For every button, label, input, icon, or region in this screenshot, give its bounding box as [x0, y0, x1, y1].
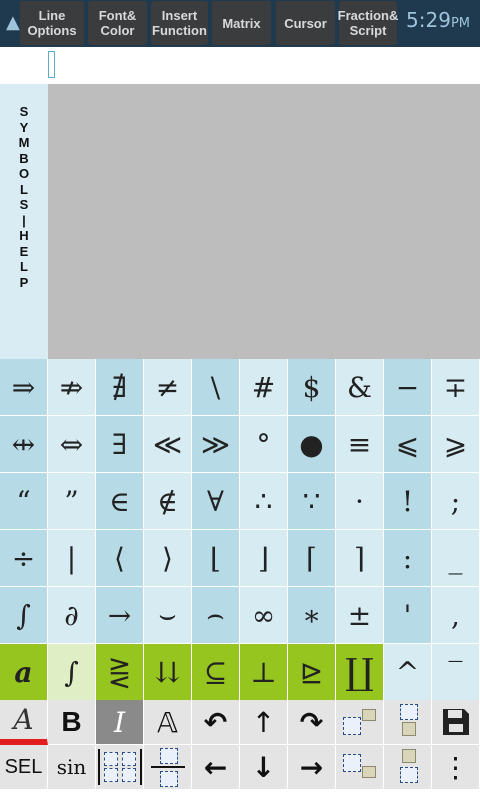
symbol-key-r3-c7[interactable]: ⌉ [336, 530, 384, 587]
symbol-key-r2-c4[interactable]: ∀ [192, 473, 240, 530]
symbol-key-r5-c5[interactable]: ⊥ [240, 644, 288, 701]
superscript-box-button[interactable] [336, 700, 384, 745]
symbol-key-r2-c9[interactable]: ; [432, 473, 480, 530]
save-icon[interactable] [432, 700, 480, 745]
symbol-key-r3-c1[interactable]: | [48, 530, 96, 587]
up-arrow-icon[interactable]: ↑ [240, 700, 288, 745]
font-color-button[interactable]: Font& Color [88, 1, 147, 45]
symbol-key-r1-c7[interactable]: ≡ [336, 416, 384, 473]
symbol-key-r1-c0[interactable]: ⇹ [0, 416, 48, 473]
symbol-key-r5-c9[interactable]: ‾ [432, 644, 480, 701]
symbol-key-r0-c1[interactable]: ⇏ [48, 359, 96, 416]
more-options-icon[interactable]: ⋮ [432, 745, 480, 790]
symbol-key-r1-c8[interactable]: ⩽ [384, 416, 432, 473]
symbol-key-r1-c1[interactable]: ⇔ [48, 416, 96, 473]
symbol-key-r5-c0[interactable]: 𝒂 [0, 644, 48, 701]
symbol-key-r4-c9[interactable]: , [432, 587, 480, 644]
symbol-key-r1-c3[interactable]: ≪ [144, 416, 192, 473]
symbol-key-r0-c9[interactable]: ∓ [432, 359, 480, 416]
cursor-button[interactable]: Cursor [276, 1, 335, 45]
sin-function-button[interactable]: sin [48, 745, 96, 790]
font-style-button[interactable]: 𝔸 [144, 700, 192, 745]
symbol-key-r0-c0[interactable]: ⇒ [0, 359, 48, 416]
symbol-key-r1-c4[interactable]: ≫ [192, 416, 240, 473]
down-arrow-icon[interactable]: ↓ [240, 745, 288, 790]
matrix-button[interactable]: Matrix [212, 1, 271, 45]
symbol-key-r2-c6[interactable]: ∵ [288, 473, 336, 530]
bold-button[interactable]: B [48, 700, 96, 745]
symbol-key-r1-c6[interactable]: ● [288, 416, 336, 473]
symbol-key-r3-c6[interactable]: ⌈ [288, 530, 336, 587]
fraction-box-button[interactable] [144, 745, 192, 790]
symbol-key-r5-c6[interactable]: ⊵ [288, 644, 336, 701]
clock-ampm: PM [450, 16, 470, 31]
symbol-key-r4-c3[interactable]: ⌣ [144, 587, 192, 644]
symbols-help-label: S Y M B O L S | H E L P [18, 104, 30, 290]
subscript-box-button[interactable] [336, 745, 384, 790]
symbol-key-r4-c2[interactable]: → [96, 587, 144, 644]
line-options-button[interactable]: Line Options [20, 1, 84, 45]
clock-time: 5:29 [406, 8, 451, 32]
symbol-key-r2-c2[interactable]: ∈ [96, 473, 144, 530]
symbol-key-r3-c8[interactable]: : [384, 530, 432, 587]
symbol-key-r4-c7[interactable]: ± [336, 587, 384, 644]
matrix-box-button[interactable] [96, 745, 144, 790]
symbol-key-r2-c3[interactable]: ∉ [144, 473, 192, 530]
symbol-key-r4-c0[interactable]: ∫ [0, 587, 48, 644]
equation-input-line[interactable] [0, 47, 480, 84]
text-cursor [48, 51, 55, 78]
symbol-key-r0-c5[interactable]: # [240, 359, 288, 416]
symbol-key-r4-c1[interactable]: ∂ [48, 587, 96, 644]
symbol-key-r5-c2[interactable]: ⋛ [96, 644, 144, 701]
symbol-key-r3-c3[interactable]: ⟩ [144, 530, 192, 587]
stack-box-button-2[interactable] [384, 745, 432, 790]
symbol-key-r3-c0[interactable]: ÷ [0, 530, 48, 587]
symbol-key-r3-c2[interactable]: ⟨ [96, 530, 144, 587]
symbol-key-r4-c8[interactable]: ' [384, 587, 432, 644]
symbol-key-r5-c1[interactable]: ∫ [48, 644, 96, 701]
symbol-key-r4-c4[interactable]: ⌢ [192, 587, 240, 644]
symbol-key-r5-c4[interactable]: ⊆ [192, 644, 240, 701]
top-toolbar: ▲ 5:29PM Line Options Font& Color Insert F… [0, 0, 480, 47]
symbol-key-r5-c7[interactable]: ∐ [336, 644, 384, 701]
symbol-key-r4-c6[interactable]: ∗ [288, 587, 336, 644]
symbol-key-r0-c6[interactable]: $ [288, 359, 336, 416]
symbol-key-r5-c3[interactable]: ⇊ [144, 644, 192, 701]
symbol-key-r5-c8[interactable]: ^ [384, 644, 432, 701]
equation-preview-area [48, 84, 480, 359]
symbol-key-r2-c8[interactable]: ! [384, 473, 432, 530]
symbol-key-r3-c4[interactable]: ⌊ [192, 530, 240, 587]
italic-button[interactable]: I [96, 700, 144, 745]
symbol-key-r4-c5[interactable]: ∞ [240, 587, 288, 644]
status-clock: 5:29PM [406, 8, 470, 32]
save-icon-glyph [442, 709, 469, 735]
symbol-key-r2-c7[interactable]: · [336, 473, 384, 530]
undo-icon[interactable]: ↶ [192, 700, 240, 745]
symbol-key-r2-c5[interactable]: ∴ [240, 473, 288, 530]
symbol-key-r0-c8[interactable]: − [384, 359, 432, 416]
symbol-key-r1-c2[interactable]: ∃ [96, 416, 144, 473]
symbol-key-r2-c1[interactable]: ” [48, 473, 96, 530]
text-color-button[interactable]: A [0, 700, 48, 745]
select-button[interactable]: SEL [0, 745, 48, 790]
insert-function-button[interactable]: Insert Function [151, 1, 208, 45]
symbol-key-r1-c5[interactable]: ° [240, 416, 288, 473]
right-arrow-icon[interactable]: → [288, 745, 336, 790]
fraction-script-button[interactable]: Fraction& Script [338, 1, 398, 45]
symbols-help-tab[interactable]: S Y M B O L S | H E L P [0, 84, 48, 359]
stack-box-button[interactable] [384, 700, 432, 745]
symbol-key-r0-c3[interactable]: ≠ [144, 359, 192, 416]
redo-icon[interactable]: ↷ [288, 700, 336, 745]
symbol-key-r3-c9[interactable]: _ [432, 530, 480, 587]
symbol-key-r0-c7[interactable]: & [336, 359, 384, 416]
symbol-key-r3-c5[interactable]: ⌋ [240, 530, 288, 587]
left-arrow-icon[interactable]: ← [192, 745, 240, 790]
symbol-key-r2-c0[interactable]: “ [0, 473, 48, 530]
symbol-key-r0-c2[interactable]: ∄ [96, 359, 144, 416]
symbol-key-r1-c9[interactable]: ⩾ [432, 416, 480, 473]
symbol-key-r0-c4[interactable]: \ [192, 359, 240, 416]
